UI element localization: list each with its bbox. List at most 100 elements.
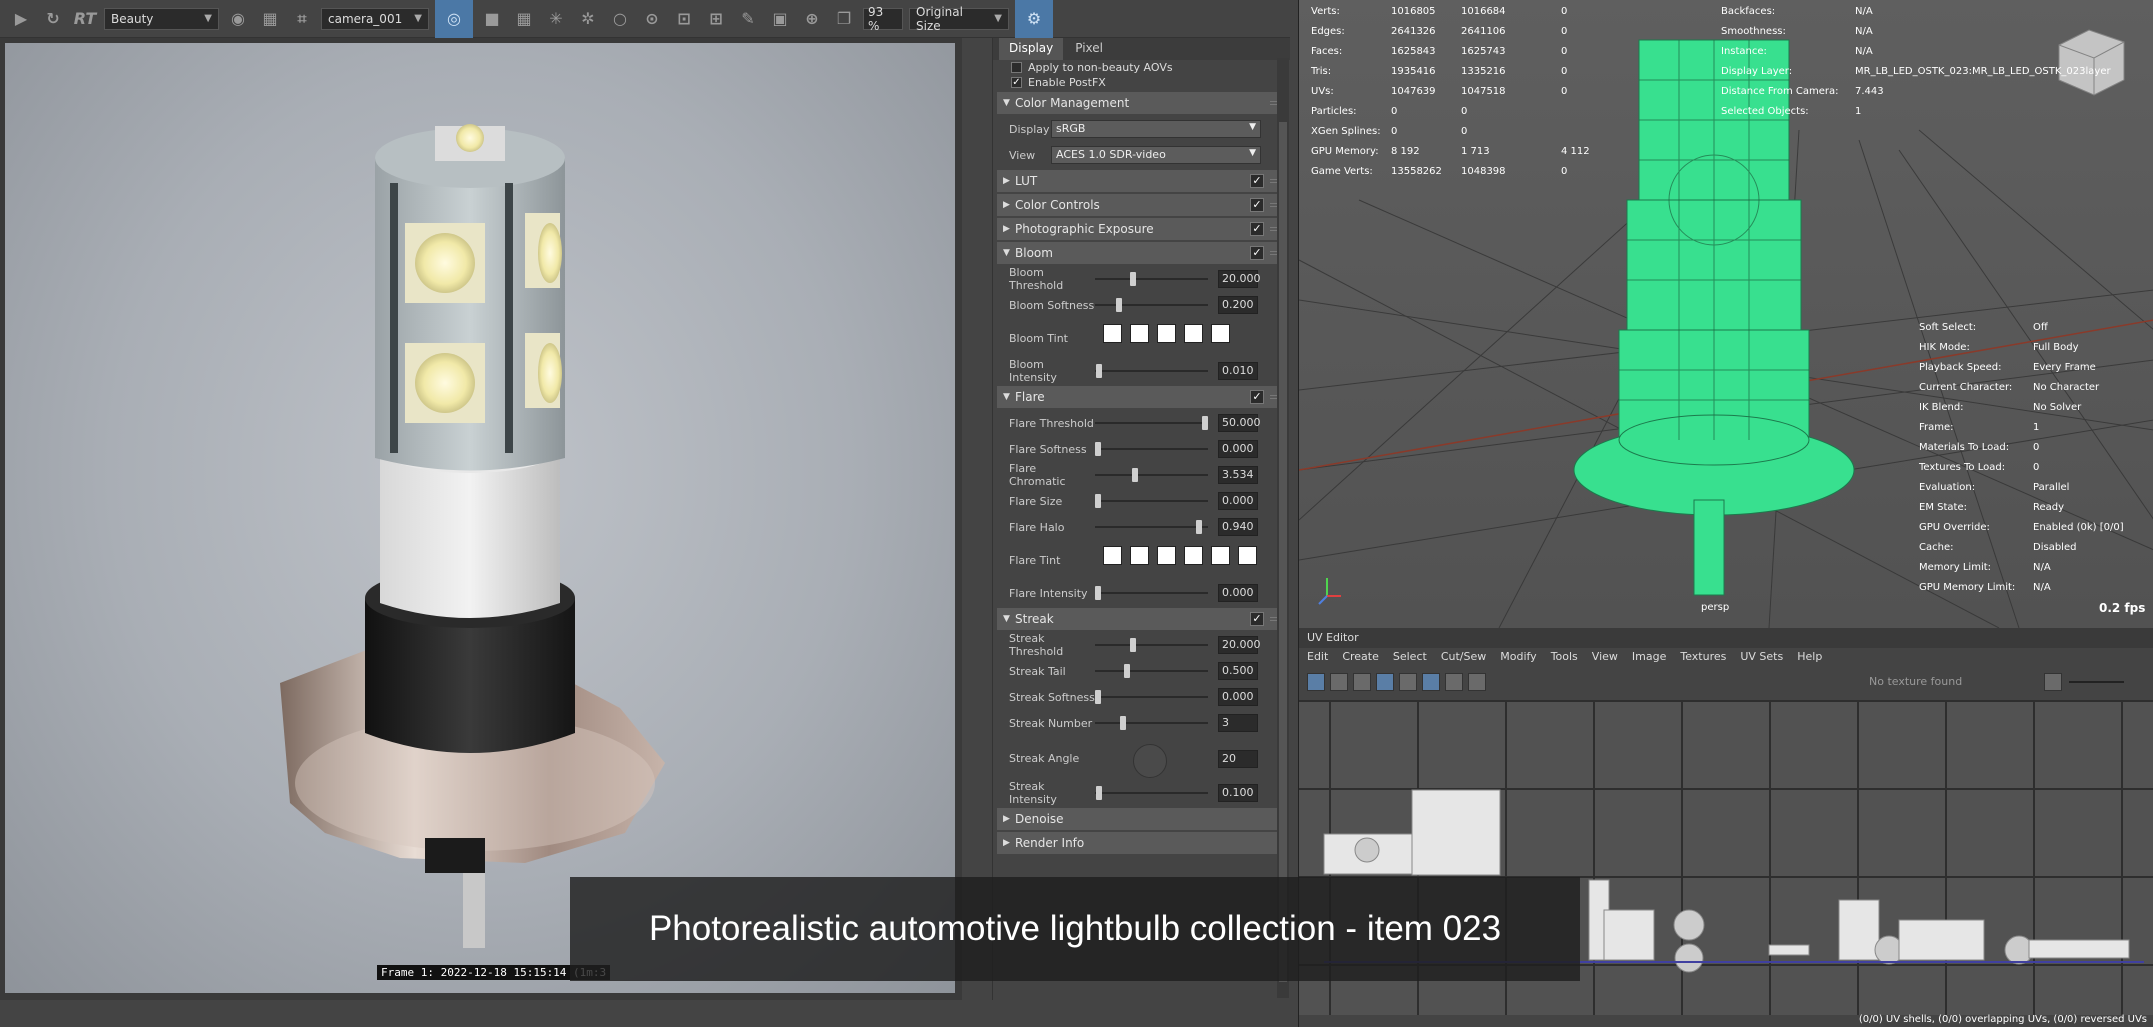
flare-intensity-field[interactable]: 0.000 xyxy=(1218,584,1258,602)
flare-halo-field[interactable]: 0.940 xyxy=(1218,518,1258,536)
enable-postfx-checkbox[interactable]: ✓ xyxy=(1011,77,1022,88)
section-streak[interactable]: ▼ Streak ✓ xyxy=(997,608,1286,630)
tint-swatch[interactable] xyxy=(1184,546,1203,565)
bloom-intensity-slider[interactable] xyxy=(1095,364,1208,378)
slider-handle[interactable] xyxy=(1123,664,1130,678)
flare-chromatic-field[interactable]: 3.534 xyxy=(1218,466,1258,484)
uv-menu-help[interactable]: Help xyxy=(1797,650,1822,666)
streak-softness-field[interactable]: 0.000 xyxy=(1218,688,1258,706)
streak-angle-field[interactable]: 20 xyxy=(1218,750,1258,768)
flare-threshold-slider[interactable] xyxy=(1095,416,1208,430)
section-render-info[interactable]: ▶ Render Info xyxy=(997,832,1286,854)
section-color-management[interactable]: ▼ Color Management xyxy=(997,92,1286,114)
uv-checker-icon[interactable] xyxy=(1399,673,1417,691)
rgb-channel-icon[interactable]: ◉ xyxy=(225,6,251,32)
streak-angle-dial[interactable] xyxy=(1133,744,1167,778)
flare-softness-slider[interactable] xyxy=(1095,442,1208,456)
settings-icon[interactable]: ⚙ xyxy=(1015,0,1053,38)
uv-menu-cut-sew[interactable]: Cut/Sew xyxy=(1441,650,1486,666)
bloom-softness-slider[interactable] xyxy=(1095,298,1208,312)
render-icon[interactable]: ▶ xyxy=(8,6,34,32)
circle-select-icon[interactable]: ○ xyxy=(607,6,633,32)
uv-menu-tools[interactable]: Tools xyxy=(1551,650,1578,666)
tint-swatch[interactable] xyxy=(1184,324,1203,343)
size-select[interactable]: Original Size ▼ xyxy=(909,5,1009,33)
uv-exposure-slider[interactable] xyxy=(2069,681,2124,683)
bloom-intensity-field[interactable]: 0.010 xyxy=(1218,362,1258,380)
bloom-enable-checkbox[interactable]: ✓ xyxy=(1250,246,1264,260)
streak-threshold-slider[interactable] xyxy=(1095,638,1208,652)
panel-scrollbar-thumb[interactable] xyxy=(1279,122,1287,982)
enable-postfx-row[interactable]: ✓ Enable PostFX xyxy=(993,75,1290,90)
section-flare[interactable]: ▼ Flare ✓ xyxy=(997,386,1286,408)
target-icon[interactable]: ⊙ xyxy=(639,6,665,32)
tint-swatch[interactable] xyxy=(1157,324,1176,343)
streak-tail-field[interactable]: 0.500 xyxy=(1218,662,1258,680)
uv-border-icon[interactable] xyxy=(1353,673,1371,691)
apply-non-beauty-checkbox[interactable] xyxy=(1011,62,1022,73)
slider-handle[interactable] xyxy=(1132,468,1139,482)
tint-swatch[interactable] xyxy=(1238,546,1257,565)
streak-intensity-field[interactable]: 0.100 xyxy=(1218,784,1258,802)
bloom-threshold-slider[interactable] xyxy=(1095,272,1208,286)
uv-menu-modify[interactable]: Modify xyxy=(1500,650,1536,666)
aov-select[interactable]: Beauty ▼ xyxy=(104,7,219,30)
flare-softness-field[interactable]: 0.000 xyxy=(1218,440,1258,458)
slider-handle[interactable] xyxy=(1202,416,1208,430)
add-snapshot-icon[interactable]: ⊕ xyxy=(799,6,825,32)
section-photographic-exposure[interactable]: ▶ Photographic Exposure ✓ xyxy=(997,218,1286,240)
slider-handle[interactable] xyxy=(1130,638,1137,652)
uv-menu-textures[interactable]: Textures xyxy=(1680,650,1726,666)
flare-threshold-field[interactable]: 50.000 xyxy=(1218,414,1261,432)
slider-handle[interactable] xyxy=(1095,494,1101,508)
bloom-softness-field[interactable]: 0.200 xyxy=(1218,296,1258,314)
uv-menu-edit[interactable]: Edit xyxy=(1307,650,1328,666)
streak-number-slider[interactable] xyxy=(1095,716,1208,730)
slider-handle[interactable] xyxy=(1195,520,1202,534)
grid-icon[interactable]: ▦ xyxy=(257,6,283,32)
uv-exposure-icon[interactable] xyxy=(2044,673,2062,691)
streak-tail-slider[interactable] xyxy=(1095,664,1208,678)
color-controls-enable-checkbox[interactable]: ✓ xyxy=(1250,198,1264,212)
uv-menu-select[interactable]: Select xyxy=(1393,650,1427,666)
uv-menu-create[interactable]: Create xyxy=(1342,650,1379,666)
crop-icon[interactable]: ⌗ xyxy=(289,6,315,32)
slider-handle[interactable] xyxy=(1096,786,1103,800)
display-dropdown[interactable]: sRGB ▼ xyxy=(1051,120,1261,138)
uv-menu-uv-sets[interactable]: UV Sets xyxy=(1740,650,1783,666)
camera-icon[interactable]: ■ xyxy=(479,6,505,32)
uv-distortion-icon[interactable] xyxy=(1422,673,1440,691)
streak-intensity-slider[interactable] xyxy=(1095,786,1208,800)
uv-snapshot-icon[interactable] xyxy=(1468,673,1486,691)
streak-threshold-field[interactable]: 20.000 xyxy=(1218,636,1261,654)
section-denoise[interactable]: ▶ Denoise xyxy=(997,808,1286,830)
camera-select[interactable]: camera_001 ▼ xyxy=(321,7,429,30)
zoom-field[interactable]: 93 % xyxy=(863,5,903,33)
refresh-icon[interactable]: ↻ xyxy=(40,6,66,32)
slider-handle[interactable] xyxy=(1095,442,1101,456)
section-lut[interactable]: ▶ LUT ✓ xyxy=(997,170,1286,192)
tint-swatch[interactable] xyxy=(1157,546,1176,565)
tint-swatch[interactable] xyxy=(1103,546,1122,565)
lut-enable-checkbox[interactable]: ✓ xyxy=(1250,174,1264,188)
section-bloom[interactable]: ▼ Bloom ✓ xyxy=(997,242,1286,264)
tint-swatch[interactable] xyxy=(1130,324,1149,343)
slider-handle[interactable] xyxy=(1095,586,1101,600)
image-icon[interactable]: ▣ xyxy=(767,6,793,32)
slider-handle[interactable] xyxy=(1096,364,1103,378)
copy-icon[interactable]: ❐ xyxy=(831,6,857,32)
viewport-3d[interactable]: Verts: 1016805 1016684 0 Edges: 2641326 264110… xyxy=(1298,0,2153,628)
flare-chromatic-slider[interactable] xyxy=(1095,468,1208,482)
frame-icon[interactable]: ⊡ xyxy=(671,6,697,32)
streak-number-field[interactable]: 3 xyxy=(1218,714,1258,732)
edit-icon[interactable]: ✎ xyxy=(735,6,761,32)
flare-size-slider[interactable] xyxy=(1095,494,1208,508)
slider-handle[interactable] xyxy=(1130,272,1137,286)
rt-button[interactable]: RT xyxy=(72,6,98,32)
exposure-enable-checkbox[interactable]: ✓ xyxy=(1250,222,1264,236)
uv-grid-icon[interactable] xyxy=(1307,673,1325,691)
uv-menu-image[interactable]: Image xyxy=(1632,650,1666,666)
tint-swatch[interactable] xyxy=(1211,324,1230,343)
flare-intensity-slider[interactable] xyxy=(1095,586,1208,600)
slider-handle[interactable] xyxy=(1095,690,1101,704)
